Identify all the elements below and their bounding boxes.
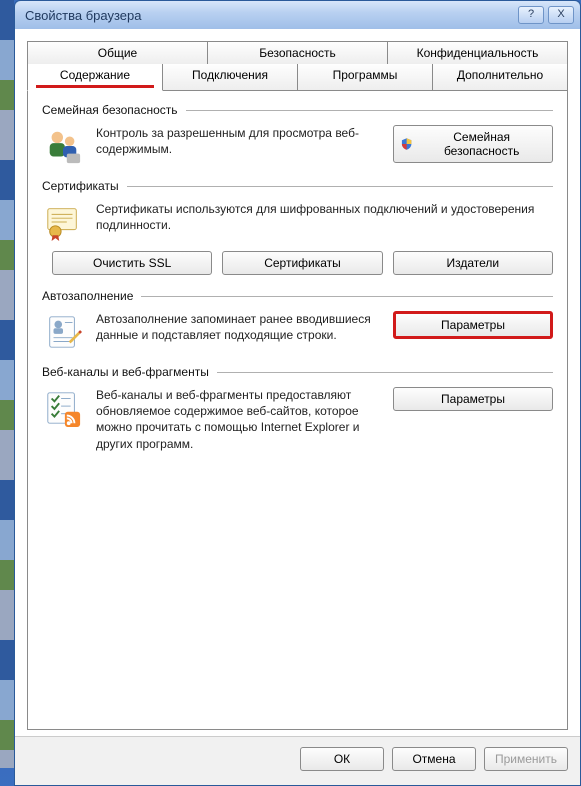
family-icon xyxy=(44,127,82,165)
group-title: Сертификаты xyxy=(42,179,119,193)
tab-label: Общие xyxy=(98,46,137,60)
tab-container: Общие Безопасность Конфиденциальность Со… xyxy=(27,41,568,730)
group-certificates: Сертификаты xyxy=(42,179,553,275)
shield-icon xyxy=(400,137,413,151)
group-family-safety: Семейная безопасность xyxy=(42,103,553,165)
tab-label: Содержание xyxy=(60,68,130,82)
tab-general[interactable]: Общие xyxy=(27,41,208,65)
autofill-settings-button[interactable]: Параметры xyxy=(393,311,553,339)
properties-dialog: Свойства браузера ? X Общие Безопасность… xyxy=(14,0,581,786)
background-strip xyxy=(0,0,14,768)
tab-content[interactable]: Содержание xyxy=(27,64,163,91)
button-label: Семейная безопасность xyxy=(417,130,546,158)
group-feeds: Веб-каналы и веб-фрагменты xyxy=(42,365,553,452)
group-title: Семейная безопасность xyxy=(42,103,178,117)
tab-advanced[interactable]: Дополнительно xyxy=(433,64,568,91)
divider xyxy=(186,110,553,111)
autofill-text: Автозаполнение запоминает ранее вводивши… xyxy=(96,311,381,343)
dialog-button-bar: ОК Отмена Применить xyxy=(15,736,580,785)
ok-button[interactable]: ОК xyxy=(300,747,384,771)
feeds-settings-button[interactable]: Параметры xyxy=(393,387,553,411)
tab-label: Безопасность xyxy=(259,46,336,60)
certificate-icon xyxy=(44,203,82,241)
feeds-icon xyxy=(44,389,82,427)
dialog-content: Общие Безопасность Конфиденциальность Со… xyxy=(15,29,580,736)
apply-button[interactable]: Применить xyxy=(484,747,568,771)
cancel-button[interactable]: Отмена xyxy=(392,747,476,771)
close-button[interactable]: X xyxy=(548,6,574,24)
tab-connections[interactable]: Подключения xyxy=(163,64,298,91)
autofill-icon xyxy=(44,313,82,351)
active-tab-underline xyxy=(36,85,154,88)
tab-label: Дополнительно xyxy=(457,68,543,82)
titlebar[interactable]: Свойства браузера ? X xyxy=(15,1,580,29)
family-safety-button[interactable]: Семейная безопасность xyxy=(393,125,553,163)
group-autofill: Автозаполнение xyxy=(42,289,553,351)
group-title: Веб-каналы и веб-фрагменты xyxy=(42,365,209,379)
group-title: Автозаполнение xyxy=(42,289,133,303)
feeds-text: Веб-каналы и веб-фрагменты предоставляют… xyxy=(96,387,381,452)
tab-panel: Семейная безопасность xyxy=(27,90,568,730)
clear-ssl-button[interactable]: Очистить SSL xyxy=(52,251,212,275)
tab-security[interactable]: Безопасность xyxy=(208,41,388,65)
tab-label: Подключения xyxy=(192,68,268,82)
divider xyxy=(217,372,553,373)
tab-privacy[interactable]: Конфиденциальность xyxy=(388,41,568,65)
publishers-button[interactable]: Издатели xyxy=(393,251,553,275)
tab-programs[interactable]: Программы xyxy=(298,64,433,91)
divider xyxy=(141,296,553,297)
divider xyxy=(127,186,553,187)
window-title: Свойства браузера xyxy=(25,8,514,23)
tab-label: Программы xyxy=(333,68,398,82)
help-button[interactable]: ? xyxy=(518,6,544,24)
certificates-button[interactable]: Сертификаты xyxy=(222,251,382,275)
tab-label: Конфиденциальность xyxy=(417,46,539,60)
certs-text: Сертификаты используются для шифрованных… xyxy=(96,201,553,233)
family-text: Контроль за разрешенным для просмотра ве… xyxy=(96,125,381,157)
